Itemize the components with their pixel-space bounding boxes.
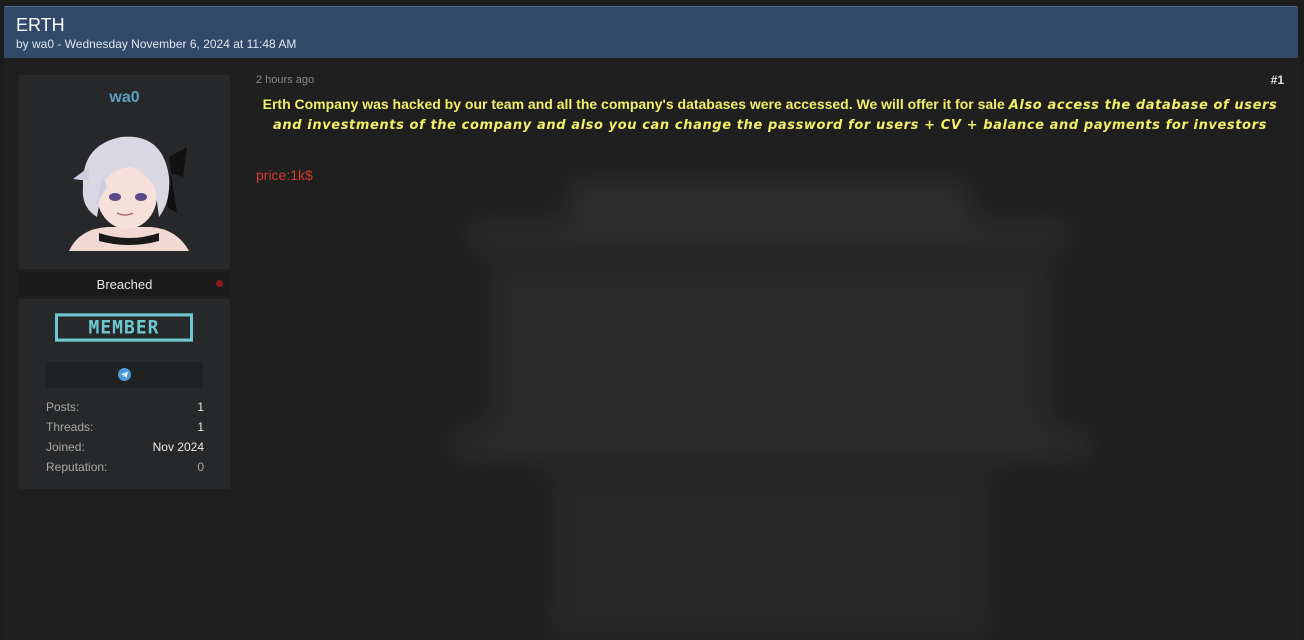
stat-label: Reputation:	[46, 460, 108, 474]
stat-posts: Posts: 1	[46, 400, 204, 416]
thread-title: ERTH	[16, 15, 65, 35]
post-price: price:1k$	[256, 167, 313, 183]
stat-value: Nov 2024	[152, 440, 204, 454]
contact-bar	[46, 362, 203, 388]
post-timestamp[interactable]: 2 hours ago	[256, 74, 314, 86]
stat-value[interactable]: 0	[197, 460, 204, 474]
usergroup-bar: Breached	[19, 272, 230, 296]
stat-label: Threads:	[46, 420, 94, 434]
stat-reputation: Reputation: 0	[46, 460, 204, 476]
usergroup-label: Breached	[96, 277, 153, 292]
headline-part-1: Erth Company was hacked by our team and …	[262, 96, 1009, 112]
stat-threads: Threads: 1	[46, 420, 204, 436]
offline-status-dot	[216, 280, 223, 287]
rank-badge: MEMBER	[55, 313, 193, 342]
thread-byline: by wa0 - Wednesday November 6, 2024 at 1…	[16, 37, 297, 51]
author-profile-card: wa0	[19, 75, 230, 269]
stat-label: Posts:	[46, 400, 80, 414]
author-username[interactable]: wa0	[19, 89, 230, 107]
telegram-icon[interactable]	[118, 368, 131, 381]
post-number-link[interactable]: #1	[1262, 73, 1284, 87]
blurred-post-image	[440, 170, 1100, 640]
stat-label: Joined:	[46, 440, 85, 454]
avatar[interactable]	[59, 117, 199, 251]
thread-header: ERTH by wa0 - Wednesday November 6, 2024…	[4, 6, 1298, 58]
post-headline: Erth Company was hacked by our team and …	[256, 95, 1284, 135]
stat-joined: Joined: Nov 2024	[46, 440, 204, 456]
stat-value[interactable]: 1	[197, 400, 204, 414]
stat-value[interactable]: 1	[197, 420, 204, 434]
author-stats-card: MEMBER Posts: 1 Threads: 1 Joined: Nov 2…	[19, 299, 230, 489]
